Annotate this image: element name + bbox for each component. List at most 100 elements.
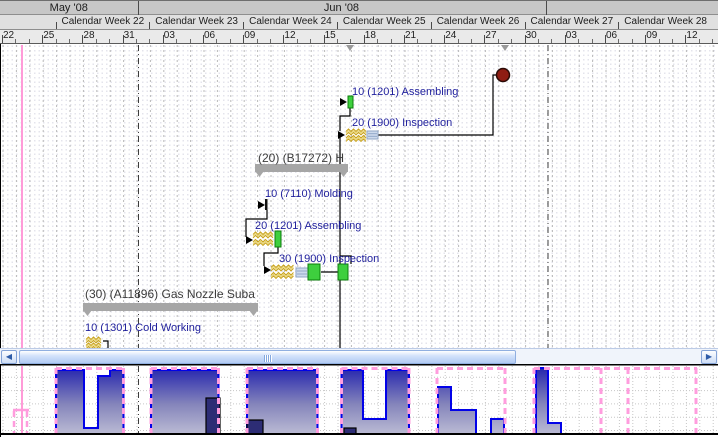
day-label: 09 [244, 30, 255, 41]
day-tick [310, 39, 311, 43]
month-row: May '08Jun '08 [0, 0, 718, 15]
day-tick [391, 39, 392, 43]
link-arrow-icon [340, 98, 347, 106]
day-tick [176, 39, 177, 43]
capacity-requirement-profile[interactable] [342, 370, 410, 434]
gantt-chart-area[interactable]: (20) (B17272) H (30) (A11896) Gas Nozzle … [0, 44, 718, 348]
scroll-left-button[interactable]: ◀ [1, 350, 17, 364]
day-row: 222528310306091215182124273003060912 [0, 30, 718, 44]
day-tick [230, 39, 231, 43]
month-label: May '08 [0, 1, 138, 16]
day-tick [29, 39, 30, 43]
operation-label[interactable]: 10 (1201) Assembling [352, 86, 458, 98]
milestone-icon[interactable] [497, 69, 510, 82]
day-tick [659, 39, 660, 43]
day-label: 15 [325, 30, 336, 41]
scroll-right-button[interactable]: ▶ [701, 350, 717, 364]
day-tick [471, 39, 472, 43]
operation-label[interactable]: 10 (1301) Cold Working [85, 322, 201, 334]
order-label[interactable]: (20) (B17272) H [258, 151, 344, 165]
day-tick [712, 39, 713, 43]
day-tick [417, 39, 418, 43]
link-line [340, 108, 350, 131]
day-label: 03 [164, 30, 175, 41]
day-tick [498, 39, 499, 43]
day-tick [109, 39, 110, 43]
month-divider [546, 1, 547, 16]
week-tick [618, 22, 619, 29]
week-tick [337, 22, 338, 29]
day-tick [56, 39, 57, 43]
month-divider [138, 1, 139, 16]
week-tick [56, 22, 57, 29]
day-label: 27 [485, 30, 496, 41]
day-tick [216, 39, 217, 43]
planning-board-window: May '08Jun '08 Calendar Week 22 Calendar … [0, 0, 718, 437]
day-tick [270, 39, 271, 43]
day-label: 06 [606, 30, 617, 41]
day-label: 28 [83, 30, 94, 41]
peak-load-bar[interactable] [247, 420, 263, 434]
day-label: 18 [365, 30, 376, 41]
operation-bar[interactable] [275, 231, 281, 247]
panel-border [1, 433, 718, 435]
gantt-canvas[interactable]: (20) (B17272) H (30) (A11896) Gas Nozzle … [1, 44, 718, 348]
month-label: Jun '08 [138, 1, 546, 16]
day-label: 03 [566, 30, 577, 41]
setup-zigzag-icon[interactable] [86, 337, 101, 348]
capacity-requirement-profile[interactable] [56, 370, 124, 434]
horizontal-scrollbar[interactable]: ◀ ▶ [0, 348, 718, 364]
operation-label[interactable]: 30 (1900) Inspection [279, 253, 379, 265]
panel-border [1, 364, 718, 366]
day-label: 12 [686, 30, 697, 41]
setup-zigzag-icon[interactable] [271, 265, 294, 278]
operation-bar[interactable] [338, 264, 348, 280]
order-summary-bar[interactable] [255, 164, 348, 177]
scroll-thumb-grip-icon [264, 355, 271, 362]
operation-bar[interactable] [308, 264, 320, 280]
day-tick [578, 39, 579, 43]
operation-label[interactable]: 20 (1201) Assembling [255, 220, 361, 232]
day-tick [149, 39, 150, 43]
day-tick [551, 39, 552, 43]
day-tick [431, 39, 432, 43]
setup-zigzag-icon[interactable] [253, 232, 273, 245]
order-label[interactable]: (30) (A11896) Gas Nozzle Suba [85, 287, 255, 301]
day-label: 30 [526, 30, 537, 41]
setup-zigzag-icon[interactable] [346, 129, 366, 141]
day-label: 22 [3, 30, 14, 41]
week-label: Calendar Week 27 [531, 16, 614, 27]
day-tick [511, 39, 512, 43]
day-tick [15, 39, 16, 43]
scroll-thumb[interactable] [19, 350, 516, 364]
capacity-requirement-profile[interactable] [536, 368, 561, 434]
operation-bar[interactable] [265, 199, 268, 210]
day-tick [69, 39, 70, 43]
load-histogram[interactable] [1, 364, 718, 437]
day-tick [337, 39, 338, 43]
capacity-requirement-profile[interactable] [491, 419, 504, 434]
week-tick [431, 22, 432, 29]
capacity-requirement-profile[interactable] [438, 387, 476, 434]
operation-label[interactable]: 20 (1900) Inspection [352, 117, 452, 129]
link-line [103, 341, 108, 348]
day-label: 12 [284, 30, 295, 41]
day-label: 24 [445, 30, 456, 41]
date-marker-icon [501, 45, 509, 51]
day-tick [538, 39, 539, 43]
operation-label[interactable]: 10 (7110) Molding [265, 188, 353, 200]
capacity-load-panel[interactable] [0, 364, 718, 437]
wait-stripe-icon[interactable] [296, 268, 308, 277]
day-tick [96, 39, 97, 43]
month-label [546, 1, 718, 16]
day-tick [632, 39, 633, 43]
day-tick [377, 39, 378, 43]
week-label: Calendar Week 22 [62, 16, 145, 27]
link-arrow-icon [338, 131, 345, 139]
order-summary-bar[interactable] [83, 303, 258, 316]
day-tick [297, 39, 298, 43]
day-tick [618, 39, 619, 43]
day-label: 21 [405, 30, 416, 41]
week-label: Calendar Week 26 [437, 16, 520, 27]
wait-stripe-icon[interactable] [367, 131, 378, 139]
